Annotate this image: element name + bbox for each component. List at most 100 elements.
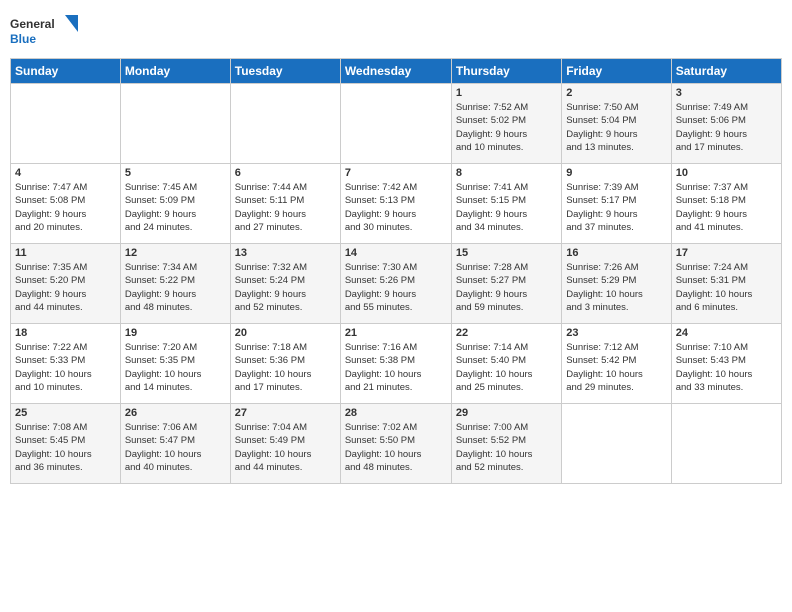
day-info: Sunrise: 7:00 AM Sunset: 5:52 PM Dayligh… [456, 421, 557, 474]
day-info: Sunrise: 7:47 AM Sunset: 5:08 PM Dayligh… [15, 181, 116, 234]
day-number: 22 [456, 327, 557, 339]
day-cell [120, 84, 230, 164]
day-cell: 17 Sunrise: 7:24 AM Sunset: 5:31 PM Dayli… [671, 244, 781, 324]
day-number: 23 [566, 327, 666, 339]
day-cell: 3 Sunrise: 7:49 AM Sunset: 5:06 PM Daylig… [671, 84, 781, 164]
day-info: Sunrise: 7:42 AM Sunset: 5:13 PM Dayligh… [345, 181, 447, 234]
day-cell: 9 Sunrise: 7:39 AM Sunset: 5:17 PM Daylig… [562, 164, 671, 244]
day-cell: 10 Sunrise: 7:37 AM Sunset: 5:18 PM Dayli… [671, 164, 781, 244]
day-number: 21 [345, 327, 447, 339]
day-info: Sunrise: 7:06 AM Sunset: 5:47 PM Dayligh… [125, 421, 226, 474]
day-info: Sunrise: 7:20 AM Sunset: 5:35 PM Dayligh… [125, 341, 226, 394]
day-header-sunday: Sunday [11, 59, 121, 84]
day-header-saturday: Saturday [671, 59, 781, 84]
day-number: 27 [235, 407, 336, 419]
day-number: 3 [676, 87, 777, 99]
day-info: Sunrise: 7:18 AM Sunset: 5:36 PM Dayligh… [235, 341, 336, 394]
svg-text:General: General [10, 17, 55, 31]
day-number: 16 [566, 247, 666, 259]
day-cell: 7 Sunrise: 7:42 AM Sunset: 5:13 PM Daylig… [340, 164, 451, 244]
day-info: Sunrise: 7:50 AM Sunset: 5:04 PM Dayligh… [566, 101, 666, 154]
day-cell: 1 Sunrise: 7:52 AM Sunset: 5:02 PM Daylig… [451, 84, 561, 164]
day-info: Sunrise: 7:35 AM Sunset: 5:20 PM Dayligh… [15, 261, 116, 314]
calendar-table: SundayMondayTuesdayWednesdayThursdayFrid… [10, 58, 782, 484]
week-row-5: 25 Sunrise: 7:08 AM Sunset: 5:45 PM Dayli… [11, 404, 782, 484]
day-header-thursday: Thursday [451, 59, 561, 84]
day-cell: 19 Sunrise: 7:20 AM Sunset: 5:35 PM Dayli… [120, 324, 230, 404]
day-cell [671, 404, 781, 484]
day-number: 2 [566, 87, 666, 99]
day-header-friday: Friday [562, 59, 671, 84]
day-number: 6 [235, 167, 336, 179]
day-number: 26 [125, 407, 226, 419]
day-cell [562, 404, 671, 484]
day-cell: 2 Sunrise: 7:50 AM Sunset: 5:04 PM Daylig… [562, 84, 671, 164]
day-header-monday: Monday [120, 59, 230, 84]
day-cell [340, 84, 451, 164]
day-number: 8 [456, 167, 557, 179]
day-number: 10 [676, 167, 777, 179]
day-info: Sunrise: 7:52 AM Sunset: 5:02 PM Dayligh… [456, 101, 557, 154]
day-cell: 21 Sunrise: 7:16 AM Sunset: 5:38 PM Dayli… [340, 324, 451, 404]
day-number: 25 [15, 407, 116, 419]
week-row-2: 4Sunrise: 7:47 AM Sunset: 5:08 PM Daylig… [11, 164, 782, 244]
day-info: Sunrise: 7:41 AM Sunset: 5:15 PM Dayligh… [456, 181, 557, 234]
week-row-3: 11Sunrise: 7:35 AM Sunset: 5:20 PM Dayli… [11, 244, 782, 324]
logo: General Blue [10, 10, 80, 50]
day-number: 29 [456, 407, 557, 419]
day-info: Sunrise: 7:32 AM Sunset: 5:24 PM Dayligh… [235, 261, 336, 314]
day-info: Sunrise: 7:08 AM Sunset: 5:45 PM Dayligh… [15, 421, 116, 474]
day-number: 9 [566, 167, 666, 179]
day-cell: 16 Sunrise: 7:26 AM Sunset: 5:29 PM Dayli… [562, 244, 671, 324]
day-info: Sunrise: 7:24 AM Sunset: 5:31 PM Dayligh… [676, 261, 777, 314]
day-info: Sunrise: 7:49 AM Sunset: 5:06 PM Dayligh… [676, 101, 777, 154]
calendar-header-row: SundayMondayTuesdayWednesdayThursdayFrid… [11, 59, 782, 84]
day-header-tuesday: Tuesday [230, 59, 340, 84]
day-cell: 18Sunrise: 7:22 AM Sunset: 5:33 PM Dayli… [11, 324, 121, 404]
day-number: 19 [125, 327, 226, 339]
day-info: Sunrise: 7:37 AM Sunset: 5:18 PM Dayligh… [676, 181, 777, 234]
day-number: 28 [345, 407, 447, 419]
day-number: 5 [125, 167, 226, 179]
day-cell: 23 Sunrise: 7:12 AM Sunset: 5:42 PM Dayli… [562, 324, 671, 404]
day-number: 17 [676, 247, 777, 259]
day-cell: 14 Sunrise: 7:30 AM Sunset: 5:26 PM Dayli… [340, 244, 451, 324]
day-info: Sunrise: 7:30 AM Sunset: 5:26 PM Dayligh… [345, 261, 447, 314]
day-cell: 24 Sunrise: 7:10 AM Sunset: 5:43 PM Dayli… [671, 324, 781, 404]
day-cell: 22Sunrise: 7:14 AM Sunset: 5:40 PM Dayli… [451, 324, 561, 404]
day-cell: 11Sunrise: 7:35 AM Sunset: 5:20 PM Dayli… [11, 244, 121, 324]
day-number: 18 [15, 327, 116, 339]
day-cell: 8 Sunrise: 7:41 AM Sunset: 5:15 PM Daylig… [451, 164, 561, 244]
day-number: 12 [125, 247, 226, 259]
day-number: 20 [235, 327, 336, 339]
day-info: Sunrise: 7:10 AM Sunset: 5:43 PM Dayligh… [676, 341, 777, 394]
day-cell: 29 Sunrise: 7:00 AM Sunset: 5:52 PM Dayli… [451, 404, 561, 484]
day-info: Sunrise: 7:28 AM Sunset: 5:27 PM Dayligh… [456, 261, 557, 314]
day-info: Sunrise: 7:34 AM Sunset: 5:22 PM Dayligh… [125, 261, 226, 314]
week-row-4: 18Sunrise: 7:22 AM Sunset: 5:33 PM Dayli… [11, 324, 782, 404]
day-cell: 5 Sunrise: 7:45 AM Sunset: 5:09 PM Daylig… [120, 164, 230, 244]
day-number: 1 [456, 87, 557, 99]
day-number: 13 [235, 247, 336, 259]
day-info: Sunrise: 7:12 AM Sunset: 5:42 PM Dayligh… [566, 341, 666, 394]
day-info: Sunrise: 7:44 AM Sunset: 5:11 PM Dayligh… [235, 181, 336, 234]
day-number: 24 [676, 327, 777, 339]
day-cell: 15 Sunrise: 7:28 AM Sunset: 5:27 PM Dayli… [451, 244, 561, 324]
day-info: Sunrise: 7:39 AM Sunset: 5:17 PM Dayligh… [566, 181, 666, 234]
day-info: Sunrise: 7:26 AM Sunset: 5:29 PM Dayligh… [566, 261, 666, 314]
day-cell: 12 Sunrise: 7:34 AM Sunset: 5:22 PM Dayli… [120, 244, 230, 324]
day-cell: 13 Sunrise: 7:32 AM Sunset: 5:24 PM Dayli… [230, 244, 340, 324]
day-cell: 20 Sunrise: 7:18 AM Sunset: 5:36 PM Dayli… [230, 324, 340, 404]
day-cell: 26 Sunrise: 7:06 AM Sunset: 5:47 PM Dayli… [120, 404, 230, 484]
day-info: Sunrise: 7:04 AM Sunset: 5:49 PM Dayligh… [235, 421, 336, 474]
day-info: Sunrise: 7:02 AM Sunset: 5:50 PM Dayligh… [345, 421, 447, 474]
svg-text:Blue: Blue [10, 32, 36, 46]
page-header: General Blue [10, 10, 782, 50]
day-info: Sunrise: 7:45 AM Sunset: 5:09 PM Dayligh… [125, 181, 226, 234]
day-number: 14 [345, 247, 447, 259]
day-info: Sunrise: 7:16 AM Sunset: 5:38 PM Dayligh… [345, 341, 447, 394]
day-number: 15 [456, 247, 557, 259]
logo-svg: General Blue [10, 10, 80, 50]
day-number: 7 [345, 167, 447, 179]
day-cell: 4Sunrise: 7:47 AM Sunset: 5:08 PM Daylig… [11, 164, 121, 244]
